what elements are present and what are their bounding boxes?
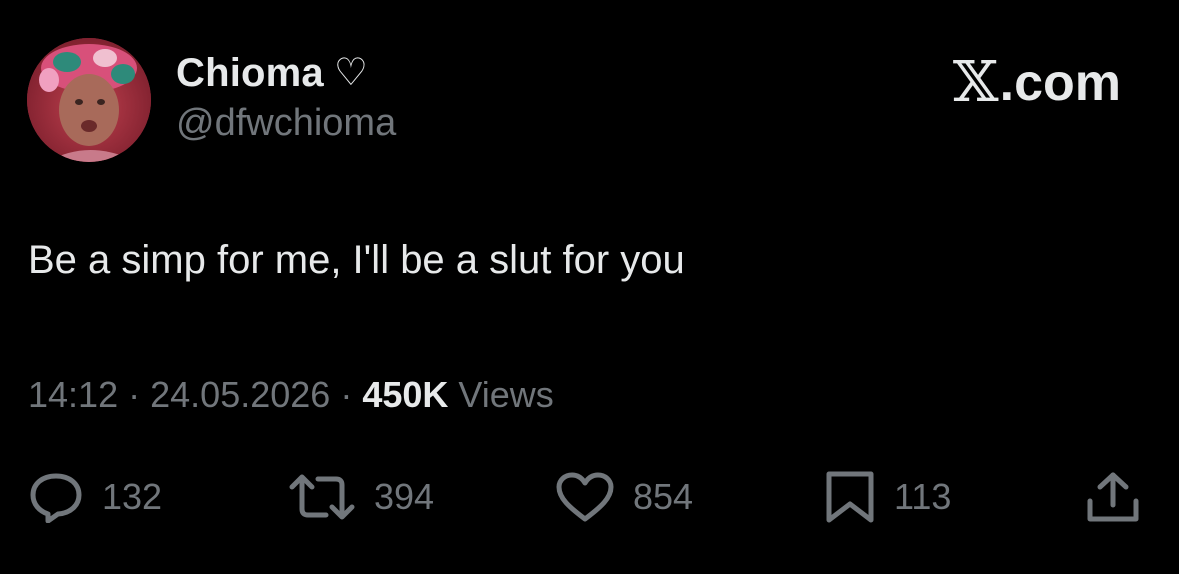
reply-count: 132 [102,476,163,517]
bookmark-button[interactable]: 113 [824,470,951,524]
author-name-row[interactable]: Chioma ♡ [176,50,368,96]
author-handle[interactable]: @dfwchioma [176,102,396,145]
tweet-meta: 14:12 · 24.05.2026 · 450K Views [28,374,554,416]
heart-icon [555,471,615,523]
x-brand: 𝕏 .com [953,50,1121,115]
like-count: 854 [633,476,694,517]
action-bar: 132 394 854 113 [0,470,1179,524]
brand-domain: .com [999,53,1121,112]
reply-icon [28,471,84,523]
repost-icon [288,471,356,523]
bookmark-icon [824,470,876,524]
meta-separator: · [340,374,353,415]
bookmark-count: 113 [894,476,952,517]
heart-emoji-icon: ♡ [333,52,368,94]
tweet-date[interactable]: 24.05.2026 [150,374,330,415]
views-label: Views [458,374,554,415]
reply-button[interactable]: 132 [28,470,162,524]
like-button[interactable]: 854 [555,470,693,524]
meta-separator: · [128,374,141,415]
repost-count: 394 [374,476,435,517]
display-name[interactable]: Chioma [176,51,324,96]
views-count[interactable]: 450K [362,374,448,415]
avatar[interactable] [27,38,151,162]
repost-button[interactable]: 394 [288,470,434,524]
share-icon [1086,471,1140,523]
x-logo-icon: 𝕏 [953,50,999,115]
tweet-text: Be a simp for me, I'll be a slut for you [28,238,685,282]
tweet-time[interactable]: 14:12 [28,374,118,415]
share-button[interactable] [1086,470,1140,524]
